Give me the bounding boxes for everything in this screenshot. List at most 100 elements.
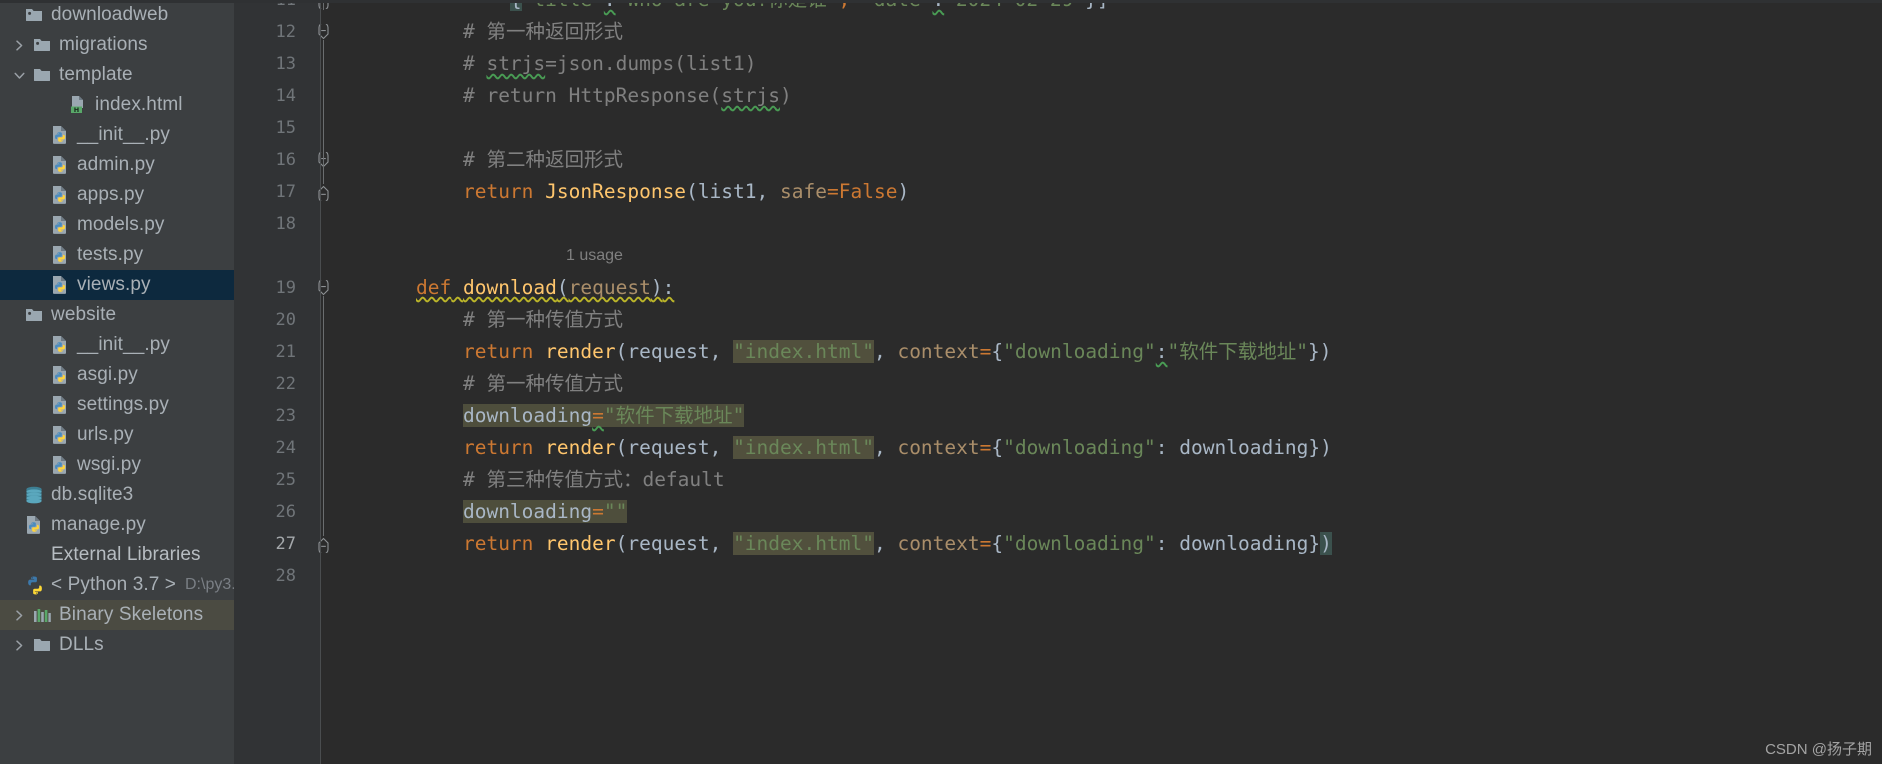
tree-item-label: migrations (59, 34, 148, 55)
line-number[interactable]: 12 (234, 16, 296, 48)
tree-item-models-py[interactable]: models.py (0, 210, 234, 240)
tree-item-views-py[interactable]: views.py (0, 270, 234, 300)
tree-item-python-3-7[interactable]: < Python 3.7 > D:\py3.7 (0, 570, 234, 600)
code-line-19[interactable]: def download(request): (416, 272, 674, 304)
tree-item-tests-py[interactable]: tests.py (0, 240, 234, 270)
line-number[interactable]: 23 (234, 400, 296, 432)
code-line-12[interactable]: # 第一种返回形式 (416, 16, 623, 48)
tree-item-asgi-py[interactable]: asgi.py (0, 360, 234, 390)
tree-item-init-py[interactable]: __init__.py (0, 120, 234, 150)
tree-item-label: admin.py (77, 154, 155, 175)
line-number[interactable]: 18 (234, 208, 296, 240)
python-file-icon (48, 274, 72, 296)
code-line-23[interactable]: downloading="软件下载地址" (416, 400, 745, 432)
code-line-16[interactable]: # 第二种返回形式 (416, 144, 623, 176)
tree-item-binary-skeletons[interactable]: Binary Skeletons (0, 600, 234, 630)
tree-item-migrations[interactable]: migrations (0, 30, 234, 60)
window-top-edge (0, 0, 1882, 3)
tree-item-label: apps.py (77, 184, 145, 205)
python-file-icon (48, 394, 72, 416)
tree-item-label: __init__.py (77, 124, 171, 145)
tree-item-wsgi-py[interactable]: wsgi.py (0, 450, 234, 480)
tree-item-settings-py[interactable]: settings.py (0, 390, 234, 420)
code-line-20[interactable]: # 第一种传值方式 (416, 304, 623, 336)
tree-item-label: website (51, 304, 117, 325)
line-number-gutter[interactable]: 11 12 13 14 15 16 17 18 19 20 21 22 23 24 25 26 27 28 (234, 0, 329, 764)
tree-item-website[interactable]: website (0, 300, 234, 330)
line-number[interactable]: 16 (234, 144, 296, 176)
line-number[interactable]: 25 (234, 464, 296, 496)
tree-item-index-html[interactable]: Hindex.html (0, 90, 234, 120)
line-number[interactable]: 28 (234, 560, 296, 592)
code-editor[interactable]: 111213141516171819202122232425262728 {'t… (234, 0, 1882, 764)
svg-text:H: H (74, 106, 79, 114)
code-line-17[interactable]: return JsonResponse(list1, safe=False) (416, 176, 909, 208)
line-number[interactable]: 26 (234, 496, 296, 528)
line-number[interactable]: 20 (234, 304, 296, 336)
tree-item-urls-py[interactable]: urls.py (0, 420, 234, 450)
tree-item-label: wsgi.py (77, 454, 142, 475)
chevron-right-icon[interactable] (8, 609, 30, 622)
tree-item-label: models.py (77, 214, 165, 235)
code-line-26[interactable]: downloading="" (416, 496, 628, 528)
code-line-27[interactable]: return render(request, "index.html", con… (416, 528, 1332, 560)
tree-item-apps-py[interactable]: apps.py (0, 180, 234, 210)
tree-item-template[interactable]: template (0, 60, 234, 90)
tree-item-label: db.sqlite3 (51, 484, 134, 505)
tree-item-db-sqlite3[interactable]: db.sqlite3 (0, 480, 234, 510)
code-line-14[interactable]: # return HttpResponse(strjs) (416, 80, 792, 112)
tree-item-external-libraries[interactable]: External Libraries (0, 540, 234, 570)
line-number[interactable]: 22 (234, 368, 296, 400)
line-number[interactable]: 21 (234, 336, 296, 368)
code-line-13[interactable]: # strjs=json.dumps(list1) (416, 48, 757, 80)
binary-skeleton-icon (30, 604, 54, 626)
line-number[interactable]: 17 (234, 176, 296, 208)
tree-item-init-py[interactable]: __init__.py (0, 330, 234, 360)
watermark: CSDN @扬子期 (1765, 741, 1872, 758)
tree-item-label: < Python 3.7 > (51, 574, 176, 595)
python-file-icon (48, 334, 72, 356)
tree-item-label: urls.py (77, 424, 134, 445)
tree-item-admin-py[interactable]: admin.py (0, 150, 234, 180)
chevron-right-icon[interactable] (8, 39, 30, 52)
html-file-icon: H (66, 94, 90, 116)
python-file-icon (48, 454, 72, 476)
line-number[interactable]: 19 (234, 272, 296, 304)
python-file-icon (48, 184, 72, 206)
tree-item-manage-py[interactable]: manage.py (0, 510, 234, 540)
tree-item-label: downloadweb (51, 4, 169, 25)
python-file-icon (48, 244, 72, 266)
tree-item-label: tests.py (77, 244, 144, 265)
tree-item-label: DLLs (59, 634, 104, 655)
project-tree-panel[interactable]: downloadweb migrations template Hindex.html… (0, 0, 234, 764)
code-line-21[interactable]: return render(request, "index.html", con… (416, 336, 1332, 368)
tree-item-label: External Libraries (51, 544, 201, 565)
line-number[interactable]: 24 (234, 432, 296, 464)
line-number[interactable]: 27 (234, 528, 296, 560)
code-line-24[interactable]: return render(request, "index.html", con… (416, 432, 1332, 464)
tree-item-label: __init__.py (77, 334, 171, 355)
line-number[interactable]: 13 (234, 48, 296, 80)
chevron-right-icon[interactable] (8, 639, 30, 652)
line-number[interactable]: 14 (234, 80, 296, 112)
line-number[interactable]: 15 (234, 112, 296, 144)
tree-item-dlls[interactable]: DLLs (0, 630, 234, 660)
folder-icon (30, 634, 54, 656)
tree-item-label: index.html (95, 94, 183, 115)
pycharm-window: downloadweb migrations template Hindex.html… (0, 0, 1882, 764)
tree-item-downloadweb[interactable]: downloadweb (0, 0, 234, 30)
chevron-down-icon[interactable] (8, 70, 30, 81)
python-file-icon (48, 364, 72, 386)
code-line-25[interactable]: # 第三种传值方式：default (416, 464, 725, 496)
folder-icon (30, 64, 54, 86)
code-text-area[interactable]: {'title':"Who are you?你是谁", "date":"2024… (321, 0, 1882, 764)
tree-item-label: settings.py (77, 394, 169, 415)
usage-inlay-hint[interactable]: 1 usage (566, 240, 623, 272)
code-line-22[interactable]: # 第一种传值方式 (416, 368, 623, 400)
tree-item-label: views.py (77, 274, 151, 295)
python-file-icon (48, 214, 72, 236)
tree-item-sublabel: D:\py3.7 (185, 576, 234, 593)
folder-module-icon (30, 34, 54, 56)
tree-item-label: Binary Skeletons (59, 604, 204, 625)
